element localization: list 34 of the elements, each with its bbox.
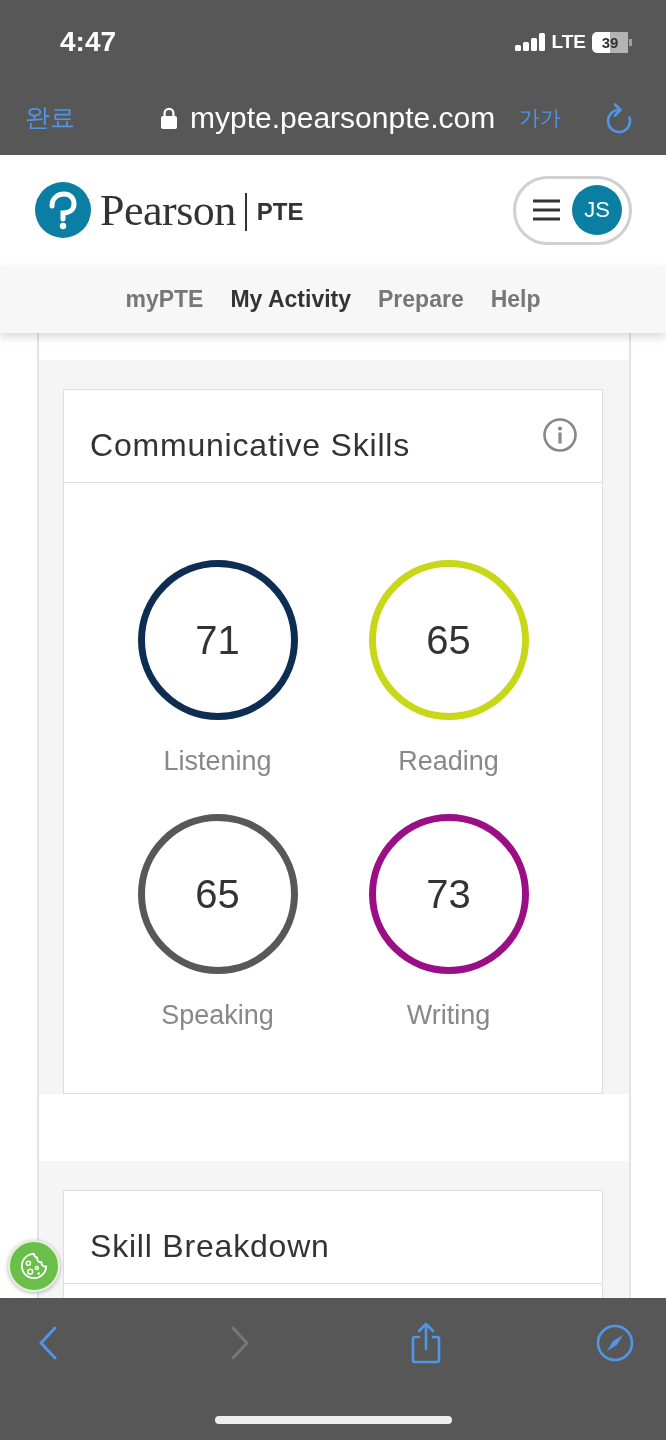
compass-icon[interactable]: [596, 1324, 634, 1362]
nav-tab[interactable]: My Activity: [230, 285, 351, 313]
user-avatar: JS: [572, 185, 622, 235]
brand-name: Pearson: [100, 184, 236, 236]
signal-icon: [514, 33, 546, 51]
skill-label: Speaking: [161, 999, 274, 1031]
skill-label: Writing: [406, 999, 491, 1031]
card-title: Communicative Skills: [90, 429, 411, 463]
status-time: 4:47: [60, 26, 117, 58]
done-button[interactable]: 완료: [25, 101, 75, 134]
menu-icon: [533, 199, 560, 221]
logo-icon: [35, 182, 91, 238]
cookie-icon: [19, 1251, 49, 1281]
score-ring: 73: [368, 814, 529, 974]
refresh-icon[interactable]: [605, 101, 633, 134]
lock-icon: [161, 106, 177, 129]
card-title: Skill Breakdown: [90, 1230, 330, 1264]
network-type: LTE: [551, 31, 586, 53]
battery-indicator: 39: [592, 31, 632, 53]
skill-label: Listening: [163, 745, 272, 777]
product-name: PTE: [256, 198, 304, 226]
score-ring: 71: [137, 560, 298, 720]
nav-tab[interactable]: myPTE: [125, 285, 204, 313]
skill-label: Reading: [398, 745, 499, 777]
nav-tab[interactable]: Help: [490, 285, 541, 313]
nav-tab[interactable]: Prepare: [378, 285, 464, 313]
score-ring: 65: [137, 814, 298, 974]
share-icon[interactable]: [410, 1321, 442, 1365]
text-size-button[interactable]: 가가: [519, 103, 562, 132]
menu-button[interactable]: JS: [513, 175, 632, 245]
score-ring: 65: [368, 560, 529, 720]
url-text[interactable]: mypte.pearsonpte.com: [190, 100, 496, 135]
back-icon[interactable]: [38, 1326, 58, 1360]
info-icon[interactable]: [543, 418, 577, 452]
